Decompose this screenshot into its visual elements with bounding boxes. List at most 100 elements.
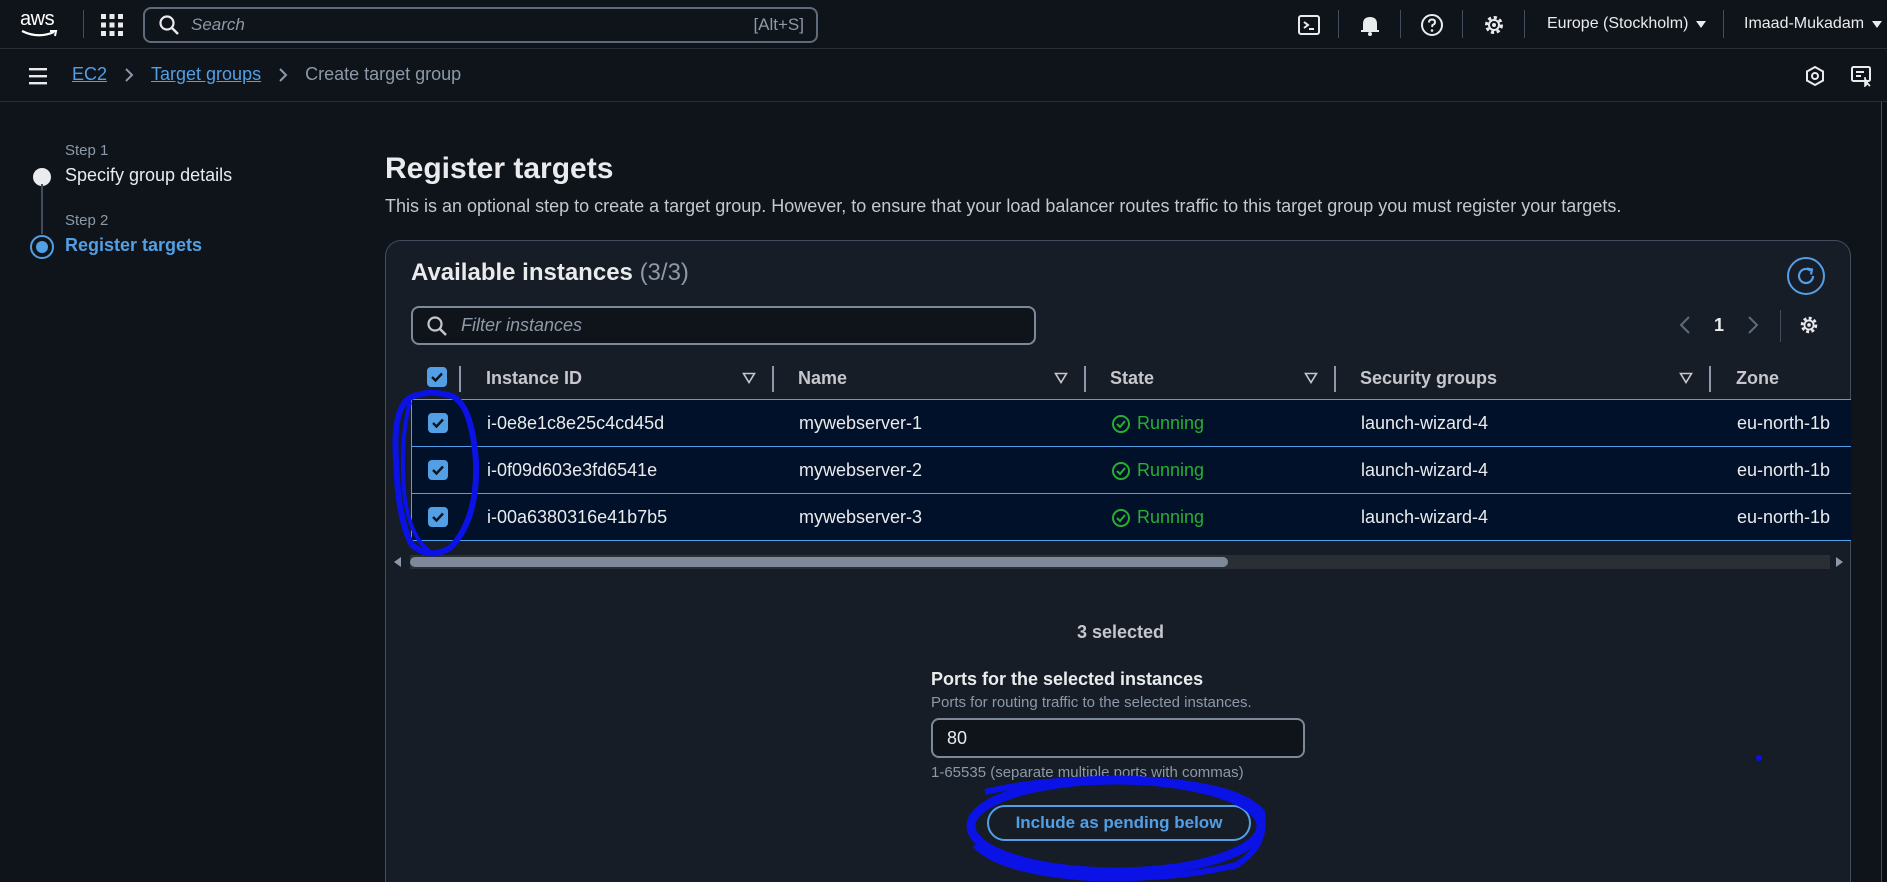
security-group: launch-wizard-4: [1361, 507, 1489, 527]
caret-down-icon: [1872, 20, 1883, 28]
apps-grid-icon[interactable]: [101, 14, 123, 36]
ports-input[interactable]: [931, 718, 1305, 758]
gear-icon: [1800, 316, 1818, 334]
region-label: Europe (Stockholm): [1547, 15, 1689, 32]
panel-title: Available instances (3/3): [411, 259, 689, 287]
step-1-label: Step 1: [65, 142, 109, 159]
aws-logo[interactable]: aws: [20, 9, 62, 39]
pagination: 1: [1678, 313, 1760, 337]
breadcrumb-link-ec2[interactable]: EC2: [72, 64, 107, 85]
search-input[interactable]: [191, 15, 754, 35]
step-2-indicator: [30, 235, 54, 259]
step-1-title[interactable]: Specify group details: [65, 165, 232, 186]
region-selector[interactable]: Europe (Stockholm): [1547, 15, 1707, 33]
table-row[interactable]: i-00a6380316e41b7b5 mywebserver-3 Runnin…: [411, 493, 1851, 541]
ports-label: Ports for the selected instances: [931, 669, 1204, 689]
select-all-checkbox[interactable]: [427, 367, 447, 387]
page-scrollbar[interactable]: [1881, 102, 1887, 882]
state-label: Running: [1137, 413, 1205, 433]
chevron-right-icon[interactable]: [1746, 313, 1760, 337]
checkmark-icon: [432, 512, 444, 523]
refresh-icon: [1797, 267, 1815, 285]
ports-hint: 1-65535 (separate multiple ports with co…: [931, 764, 1244, 781]
bell-icon[interactable]: [1358, 13, 1382, 37]
column-header-state[interactable]: State: [1110, 368, 1154, 389]
instance-id: i-00a6380316e41b7b5: [487, 507, 668, 527]
refresh-button[interactable]: [1787, 257, 1825, 295]
column-header-name[interactable]: Name: [798, 368, 847, 389]
status-check-icon: [1112, 414, 1130, 433]
column-header-zone[interactable]: Zone: [1736, 368, 1779, 389]
panel-title-count: (3/3): [639, 259, 689, 286]
ports-description: Ports for routing traffic to the selecte…: [931, 694, 1252, 711]
scroll-left-arrow-icon[interactable]: [394, 557, 401, 567]
instance-name: mywebserver-3: [799, 507, 923, 527]
aws-logo-text: aws: [20, 8, 55, 30]
breadcrumb-bar: EC2 Target groups Create target group: [0, 50, 1887, 102]
security-group: launch-wizard-4: [1361, 413, 1489, 433]
nav-divider: [1338, 10, 1339, 38]
scroll-right-arrow-icon[interactable]: [1836, 557, 1843, 567]
table-header: Instance ID Name State Security groups Z…: [411, 358, 1851, 400]
search-icon: [159, 15, 179, 35]
instance-state: Running: [1111, 507, 1204, 528]
breadcrumb-link-target-groups[interactable]: Target groups: [151, 64, 261, 85]
instances-table: Instance ID Name State Security groups Z…: [411, 358, 1851, 541]
chevron-right-icon: [279, 67, 288, 82]
security-group: launch-wizard-4: [1361, 460, 1489, 480]
checkmark-icon: [431, 372, 443, 383]
table-row[interactable]: i-0f09d603e3fd6541e mywebserver-2 Runnin…: [411, 446, 1851, 494]
column-divider[interactable]: [1334, 366, 1336, 392]
sort-caret-icon[interactable]: [1054, 372, 1068, 384]
nav-divider: [1524, 10, 1525, 38]
table-horizontal-scrollbar[interactable]: [392, 555, 1846, 569]
panel-title-text: Available instances: [411, 259, 633, 286]
notifications-panel-icon[interactable]: [1804, 65, 1826, 87]
cloudshell-icon[interactable]: [1297, 13, 1321, 37]
row-checkbox[interactable]: [428, 413, 448, 433]
column-header-security-groups[interactable]: Security groups: [1360, 368, 1497, 389]
search-shortcut: [Alt+S]: [753, 15, 804, 34]
nav-divider: [1400, 10, 1401, 38]
include-as-pending-button[interactable]: Include as pending below: [987, 805, 1251, 841]
instance-id: i-0f09d603e3fd6541e: [487, 460, 658, 480]
sort-caret-icon[interactable]: [742, 372, 756, 384]
status-check-icon: [1112, 508, 1130, 527]
table-row[interactable]: i-0e8e1c8e25c4cd45d mywebserver-1 Runnin…: [411, 399, 1851, 447]
checkmark-icon: [432, 465, 444, 476]
global-search[interactable]: [Alt+S]: [143, 7, 818, 43]
account-menu[interactable]: Imaad-Mukadam: [1744, 15, 1883, 33]
instance-state: Running: [1111, 413, 1204, 434]
column-divider[interactable]: [1084, 366, 1086, 392]
filter-instances[interactable]: [411, 306, 1036, 345]
instance-name: mywebserver-1: [799, 413, 923, 433]
user-name: Imaad-Mukadam: [1744, 15, 1865, 32]
help-icon[interactable]: [1420, 13, 1444, 37]
instance-id: i-0e8e1c8e25c4cd45d: [487, 413, 665, 433]
table-settings-button[interactable]: [1798, 314, 1820, 336]
top-navigation-bar: aws [Alt+S]: [0, 0, 1887, 49]
row-checkbox[interactable]: [428, 507, 448, 527]
page-description: This is an optional step to create a tar…: [385, 196, 1622, 216]
menu-icon[interactable]: [27, 65, 51, 87]
search-icon: [427, 315, 447, 336]
state-label: Running: [1137, 507, 1205, 527]
filter-input[interactable]: [461, 315, 1034, 336]
sort-caret-icon[interactable]: [1679, 372, 1693, 384]
checkmark-icon: [432, 418, 444, 429]
column-divider[interactable]: [772, 366, 774, 392]
row-checkbox[interactable]: [428, 460, 448, 480]
chevron-left-icon[interactable]: [1678, 313, 1692, 337]
instance-name: mywebserver-2: [799, 460, 923, 480]
nav-divider: [1462, 10, 1463, 38]
sort-caret-icon[interactable]: [1304, 372, 1318, 384]
split-panel-icon[interactable]: [1850, 65, 1874, 87]
column-divider: [459, 366, 461, 392]
scrollbar-thumb[interactable]: [410, 557, 1228, 567]
gear-icon[interactable]: [1482, 13, 1506, 37]
page-title: Register targets: [385, 152, 614, 185]
current-page[interactable]: 1: [1714, 315, 1724, 336]
column-divider[interactable]: [1709, 366, 1711, 392]
breadcrumb: EC2 Target groups Create target group: [72, 64, 461, 85]
column-header-instance-id[interactable]: Instance ID: [486, 368, 582, 389]
